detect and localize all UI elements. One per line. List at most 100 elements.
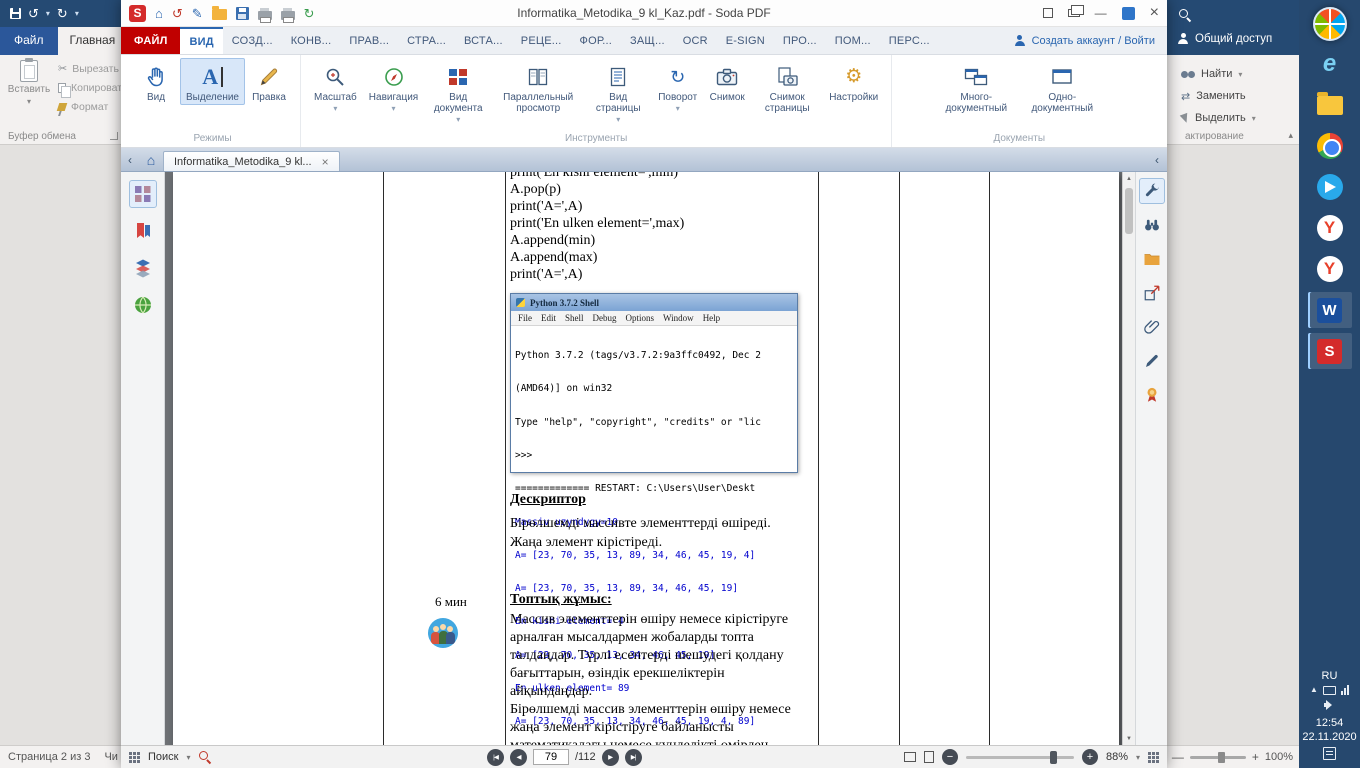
scrollbar-thumb[interactable]: [1125, 188, 1133, 234]
home-tab-icon[interactable]: ⌂: [139, 148, 163, 171]
tab-secure[interactable]: ЗАЩ...: [621, 27, 674, 54]
scroll-down-icon[interactable]: ▼: [1123, 732, 1135, 745]
view-options-icon[interactable]: [1148, 752, 1159, 763]
undo-dropdown-icon[interactable]: ▾: [46, 9, 50, 18]
soda-logo[interactable]: S: [129, 5, 146, 22]
chevron-down-icon[interactable]: ▾: [1136, 753, 1140, 762]
ribbon-item-single-document[interactable]: Одно-документный: [1019, 58, 1105, 116]
share-button[interactable]: Общий доступ: [1177, 33, 1272, 45]
refresh-icon[interactable]: ↻: [304, 7, 315, 20]
taskbar-word-icon[interactable]: W: [1308, 292, 1352, 328]
ribbon-item-view[interactable]: Вид: [132, 58, 180, 105]
search-label[interactable]: Поиск: [148, 751, 178, 763]
scroll-up-icon[interactable]: ▲: [1123, 172, 1135, 185]
taskbar-explorer-icon[interactable]: [1308, 87, 1352, 123]
sign-pen-icon[interactable]: [1139, 348, 1165, 374]
tab-create[interactable]: СОЗД...: [223, 27, 282, 54]
export-icon[interactable]: [1139, 280, 1165, 306]
collapse-ribbon-icon[interactable]: ▴: [1288, 130, 1293, 141]
close-tab-icon[interactable]: ×: [322, 155, 329, 169]
tab-view[interactable]: ВИД: [180, 27, 222, 54]
document-viewport[interactable]: print('En kishi element=',min) A.pop(p) …: [165, 172, 1122, 745]
tab-pages[interactable]: СТРА...: [398, 27, 455, 54]
ribbon-item-document-view[interactable]: Вид документа ▾: [424, 58, 492, 125]
ribbon-item-zoom[interactable]: Масштаб ▾: [308, 58, 363, 114]
ribbon-item-page-view[interactable]: Вид страницы ▾: [584, 58, 652, 125]
taskbar-yandex-mail-icon[interactable]: Y: [1308, 251, 1352, 287]
zoom-level[interactable]: 88%: [1106, 751, 1128, 763]
account-link[interactable]: Создать аккаунт / Войти: [1014, 27, 1167, 54]
word-count-partial[interactable]: Чи: [104, 751, 117, 763]
tab-review[interactable]: РЕЦЕ...: [512, 27, 571, 54]
clock[interactable]: 12:54 22.11.2020: [1302, 716, 1356, 744]
word-tab-file[interactable]: Файл: [0, 27, 58, 55]
replace-button[interactable]: ⇄ Заменить: [1181, 85, 1299, 107]
attachment-icon[interactable]: [1139, 314, 1165, 340]
thumbnails-panel-icon[interactable]: [129, 180, 157, 208]
ribbon-item-page-snapshot[interactable]: Снимок страницы: [751, 58, 823, 116]
ribbon-item-snapshot[interactable]: Снимок: [703, 58, 751, 105]
find-button[interactable]: Найти ▾: [1181, 63, 1299, 85]
ribbon-item-navigation[interactable]: Навигация ▾: [363, 58, 424, 114]
ribbon-item-selection[interactable]: A Выделение: [180, 58, 245, 105]
zoom-slider[interactable]: [966, 756, 1074, 759]
format-painter-button[interactable]: Формат: [58, 101, 121, 113]
document-tab[interactable]: Informatika_Metodika_9 kl... ×: [163, 151, 340, 171]
ribbon-item-settings[interactable]: ⚙ Настройки: [823, 58, 884, 105]
fit-width-icon[interactable]: [904, 752, 916, 762]
bookmarks-panel-icon[interactable]: [129, 217, 157, 245]
zoom-in-button[interactable]: +: [1252, 750, 1259, 764]
tab-help[interactable]: ПОМ...: [826, 27, 880, 54]
badge-icon[interactable]: [1139, 382, 1165, 408]
open-file-icon[interactable]: [212, 9, 227, 20]
search-icon[interactable]: [199, 751, 211, 763]
save-icon[interactable]: [236, 7, 249, 20]
volume-icon[interactable]: [1324, 700, 1335, 710]
home-icon[interactable]: ⌂: [155, 7, 163, 20]
zoom-out-button[interactable]: −: [942, 749, 958, 765]
language-indicator[interactable]: RU: [1322, 670, 1338, 682]
print-file-icon[interactable]: [281, 11, 295, 20]
scroll-tabs-left-icon[interactable]: ‹: [121, 148, 139, 171]
zoom-out-button[interactable]: —: [1172, 750, 1184, 764]
page-indicator[interactable]: Страница 2 из 3: [8, 751, 90, 763]
links-panel-icon[interactable]: [129, 291, 157, 319]
undo-icon[interactable]: ↺: [28, 7, 39, 20]
collapse-panel-icon[interactable]: ‹: [1147, 148, 1167, 171]
paste-button[interactable]: Вставить ▾: [6, 60, 52, 132]
undo-icon[interactable]: ↺: [172, 7, 183, 20]
tab-esign[interactable]: E-SIGN: [717, 27, 774, 54]
tab-insert[interactable]: ВСТА...: [455, 27, 512, 54]
maximize-button[interactable]: [1122, 7, 1135, 20]
copy-button[interactable]: Копировать: [58, 82, 121, 94]
last-page-button[interactable]: ▶|: [625, 749, 642, 766]
folder-options-icon[interactable]: [1139, 246, 1165, 272]
dialog-launcher-icon[interactable]: [110, 132, 118, 140]
vertical-scrollbar[interactable]: ▲ ▼: [1122, 172, 1135, 745]
multi-window-icon[interactable]: [1068, 9, 1080, 17]
action-center-icon[interactable]: [1323, 747, 1336, 760]
fullscreen-icon[interactable]: [1043, 8, 1053, 18]
edit-pen-icon[interactable]: ✎: [192, 7, 203, 20]
tab-forms[interactable]: ФОР...: [571, 27, 622, 54]
taskbar-soda-icon[interactable]: S: [1308, 333, 1352, 369]
zoom-slider[interactable]: [1190, 756, 1246, 759]
tab-convert[interactable]: КОНВ...: [282, 27, 341, 54]
previous-page-button[interactable]: ◀: [510, 749, 527, 766]
page-number-input[interactable]: [533, 749, 569, 765]
tab-pro[interactable]: ПРО...: [774, 27, 826, 54]
taskbar-ie-icon[interactable]: e: [1308, 46, 1352, 82]
select-button[interactable]: Выделить ▾: [1181, 107, 1299, 129]
search-binoculars-icon[interactable]: [1139, 212, 1165, 238]
menu-grid-icon[interactable]: [129, 752, 140, 763]
word-tab-home[interactable]: Главная: [58, 27, 121, 55]
next-page-button[interactable]: ▶: [602, 749, 619, 766]
hidden-icons-chevron[interactable]: ▲: [1310, 686, 1318, 694]
touch-keyboard-icon[interactable]: [1323, 686, 1336, 695]
cut-button[interactable]: ✂ Вырезать: [58, 62, 121, 75]
tab-ocr[interactable]: OCR: [674, 27, 717, 54]
network-icon[interactable]: [1341, 685, 1349, 695]
zoom-slider-thumb[interactable]: [1050, 751, 1057, 764]
start-button[interactable]: [1313, 7, 1347, 41]
zoom-slider-thumb[interactable]: [1218, 752, 1225, 763]
